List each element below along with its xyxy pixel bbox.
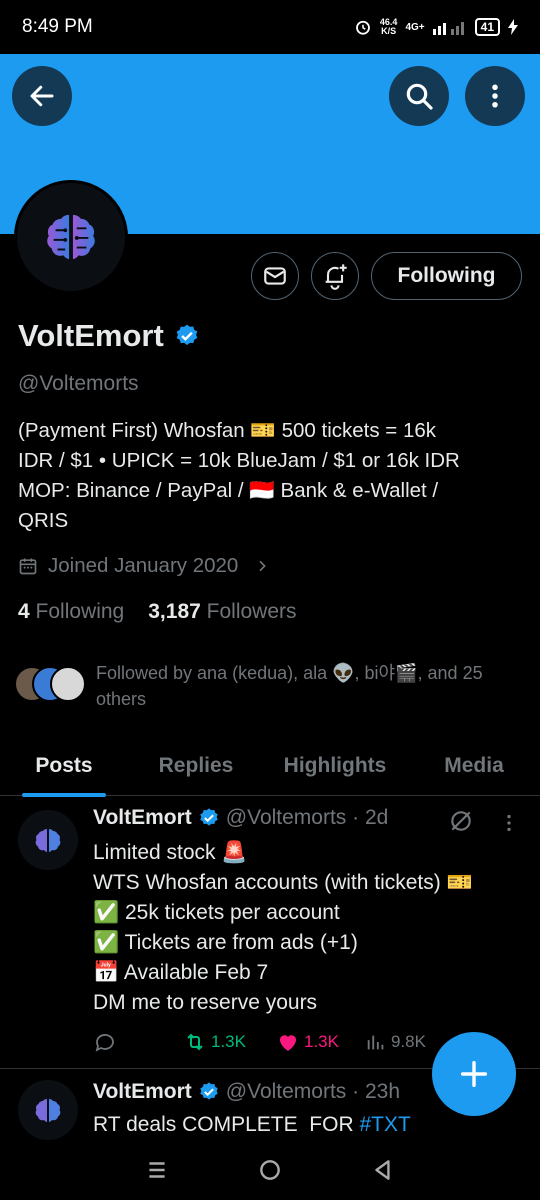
- followed-by-row[interactable]: Followed by ana (kedua), ala 👽, bi야🎬, an…: [14, 660, 530, 712]
- battery-level: 41: [474, 18, 500, 36]
- tab-posts[interactable]: Posts: [22, 736, 106, 797]
- joined-date: Joined January 2020: [48, 554, 239, 577]
- post-header: VoltEmort @Voltemorts · 23h: [93, 1080, 400, 1104]
- following-count: 4: [18, 600, 30, 623]
- status-bar: 8:49 PM 46.4 K/S 4G+ 41: [0, 0, 540, 54]
- verified-badge-icon: [200, 1082, 218, 1100]
- tab-media[interactable]: Media: [436, 736, 512, 796]
- grok-icon[interactable]: [448, 808, 474, 834]
- joined-row[interactable]: Joined January 2020: [18, 554, 270, 578]
- recents-icon[interactable]: [144, 1157, 170, 1183]
- verified-badge-icon: [200, 808, 218, 826]
- followers-label: Followers: [206, 600, 297, 623]
- hashtag-link[interactable]: #TXT: [359, 1113, 410, 1136]
- bio-line: (Payment First) Whosfan 🎫 500 tickets = …: [18, 419, 437, 442]
- retweet-count: 1.3K: [211, 1032, 246, 1051]
- post-avatar[interactable]: [18, 810, 78, 870]
- brain-icon: [35, 1098, 61, 1122]
- system-nav-bar: [0, 1140, 540, 1200]
- profile-avatar[interactable]: [14, 180, 128, 294]
- following-button[interactable]: Following: [371, 252, 522, 300]
- bio-line: MOP: Binance / PayPal / 🇮🇩 Bank & e-Wall…: [18, 479, 439, 502]
- like-button[interactable]: 1.3K: [276, 1030, 339, 1054]
- network-type: 4G+: [405, 21, 425, 33]
- reply-icon: [95, 1034, 114, 1052]
- envelope-icon: [264, 267, 286, 285]
- compose-button[interactable]: [432, 1032, 516, 1116]
- followers-count: 3,187: [148, 600, 201, 623]
- search-button[interactable]: [389, 66, 449, 126]
- post-line: DM me to reserve yours: [93, 991, 318, 1014]
- post-author-name[interactable]: VoltEmort: [93, 806, 192, 830]
- reply-button[interactable]: [93, 1030, 117, 1054]
- post-text-prefix: RT deals COMPLETE FOR: [93, 1113, 360, 1136]
- post-text: RT deals COMPLETE FOR #TXT: [93, 1110, 523, 1140]
- followed-by-text: Followed by ana (kedua), ala 👽, bi야🎬, an…: [96, 663, 483, 709]
- bell-plus-icon: [325, 264, 347, 290]
- following-label: Following: [35, 600, 125, 623]
- verified-badge-icon[interactable]: [174, 323, 200, 349]
- post-line: WTS Whosfan accounts (with tickets) 🎫: [93, 871, 473, 894]
- home-icon[interactable]: [257, 1157, 283, 1183]
- more-button[interactable]: [465, 66, 525, 126]
- signal-icon: [432, 22, 464, 35]
- profile-bio: (Payment First) Whosfan 🎫 500 tickets = …: [18, 416, 518, 536]
- views-count: 9.8K: [390, 1032, 426, 1051]
- retweet-button[interactable]: 1.3K: [183, 1030, 246, 1054]
- post-line: ✅ 25k tickets per account: [93, 901, 340, 924]
- brain-logo: [17, 183, 125, 291]
- calendar-icon: [19, 558, 37, 575]
- back-button[interactable]: [12, 66, 72, 126]
- retweet-icon: [187, 1033, 203, 1051]
- post-text: Limited stock 🚨 WTS Whosfan accounts (wi…: [93, 838, 523, 1018]
- charging-icon: [508, 19, 518, 35]
- like-count: 1.3K: [303, 1032, 339, 1051]
- post-avatar[interactable]: [18, 1080, 78, 1140]
- profile-name-row: VoltEmort: [18, 318, 200, 354]
- back-nav-icon[interactable]: [370, 1157, 396, 1183]
- tab-replies[interactable]: Replies: [152, 736, 240, 796]
- views-button[interactable]: 9.8K: [365, 1031, 426, 1053]
- post-meta: @Voltemorts · 2d: [225, 806, 389, 829]
- bio-line: QRIS: [18, 509, 69, 532]
- post-line: ✅ Tickets are from ads (+1): [93, 931, 358, 954]
- profile-tabs: Posts Replies Highlights Media: [0, 736, 540, 797]
- alarm-icon: [356, 20, 370, 35]
- brain-icon: [47, 214, 95, 260]
- post-header: VoltEmort @Voltemorts · 2d: [93, 806, 388, 830]
- post-meta: @Voltemorts · 23h: [225, 1080, 401, 1103]
- chevron-right-icon: [259, 560, 267, 572]
- post-line: Limited stock 🚨: [93, 841, 248, 864]
- followers-count-link[interactable]: 3,187 Followers: [148, 600, 296, 624]
- avatar: [50, 666, 86, 702]
- heart-icon: [279, 1035, 296, 1051]
- profile-name: VoltEmort: [18, 318, 164, 353]
- status-time: 8:49 PM: [22, 16, 93, 37]
- post-author-name[interactable]: VoltEmort: [93, 1080, 192, 1104]
- profile-handle: @Voltemorts: [18, 372, 139, 395]
- post-more-icon[interactable]: [498, 810, 520, 836]
- notify-button[interactable]: [311, 252, 359, 300]
- followed-by-avatars: [14, 666, 86, 710]
- follow-counts: 4 Following 3,187 Followers: [18, 600, 297, 624]
- post-line: 📅 Available Feb 7: [93, 961, 269, 984]
- bio-line: IDR / $1 • UPICK = 10k BlueJam / $1 or 1…: [18, 449, 460, 472]
- arrow-left-icon: [30, 85, 54, 107]
- tab-highlights[interactable]: Highlights: [276, 736, 394, 796]
- search-icon: [406, 83, 433, 110]
- views-icon: [367, 1035, 384, 1050]
- plus-icon: [460, 1060, 488, 1088]
- net-speed-unit: K/S: [381, 26, 397, 36]
- brain-icon: [35, 828, 61, 852]
- following-count-link[interactable]: 4 Following: [18, 600, 124, 624]
- net-speed: 46.4 K/S: [380, 18, 398, 36]
- status-icons: 46.4 K/S 4G+ 41: [354, 18, 518, 36]
- more-vertical-icon: [492, 84, 498, 108]
- message-button[interactable]: [251, 252, 299, 300]
